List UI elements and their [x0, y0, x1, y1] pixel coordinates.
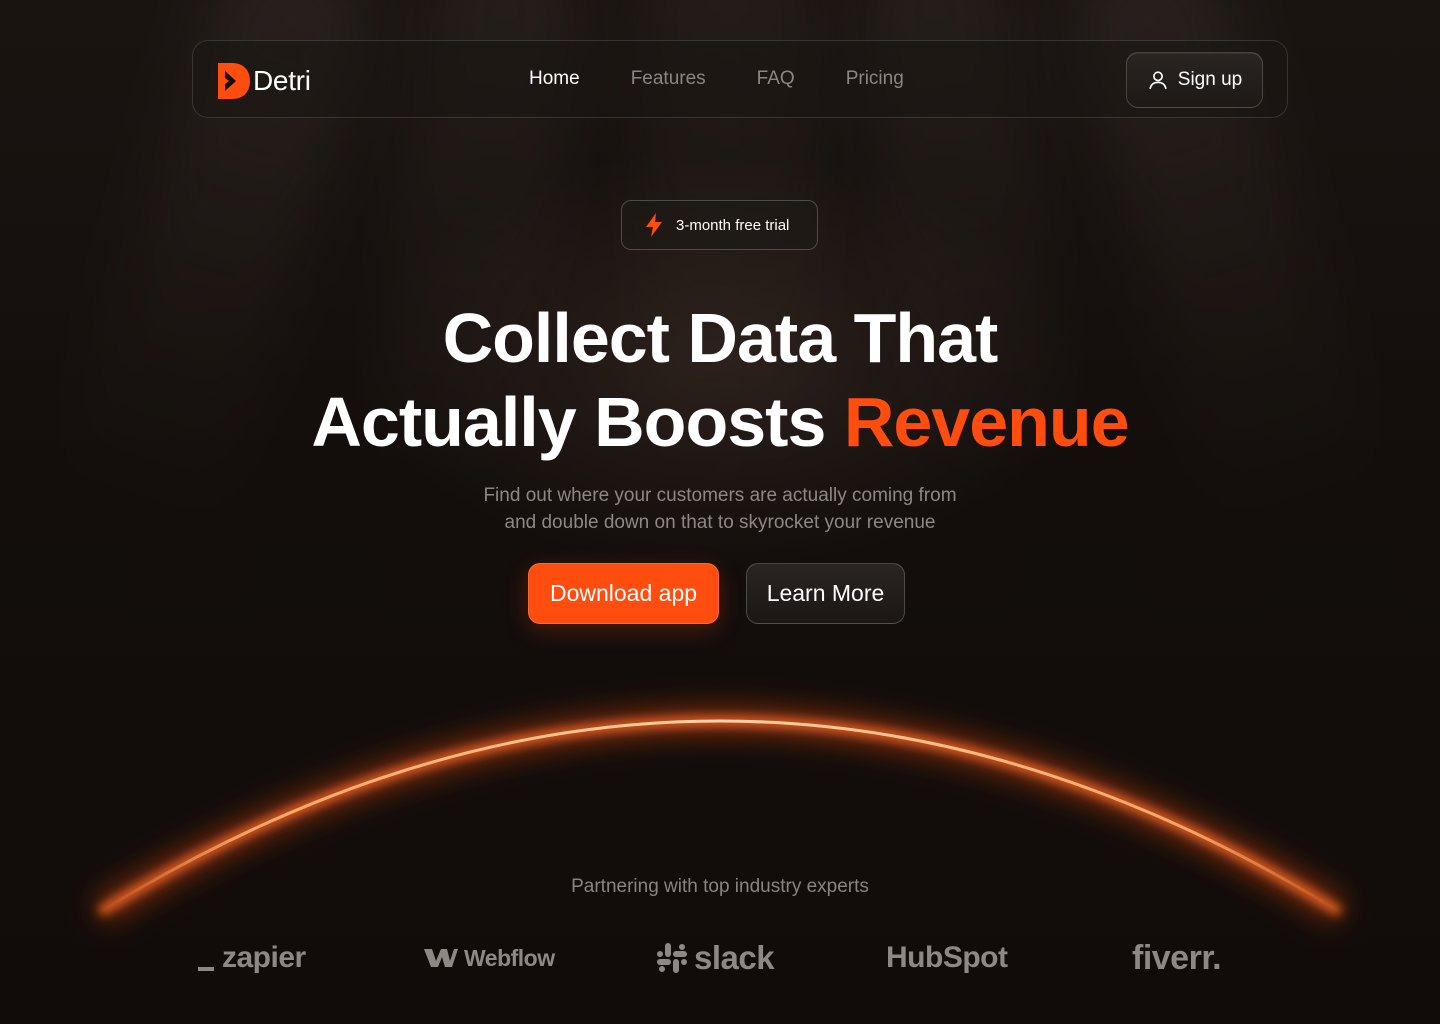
partner-logos: zapier Webflow slack HubSpot fiverr.	[0, 930, 1440, 986]
horizon-glow-arc	[93, 708, 1347, 924]
badge-label: 3-month free trial	[676, 216, 790, 234]
hubspot-logo: HubSpot	[886, 941, 1008, 974]
brand-name: Detri	[253, 65, 311, 96]
free-trial-badge[interactable]: 3-month free trial	[621, 200, 818, 250]
hero-title-accent: Revenue	[843, 383, 1130, 461]
hero-title: Collect Data That Actually Boosts Revenu…	[0, 296, 1440, 464]
landing-page: Detri Home Features FAQ Pricing Sign up …	[0, 0, 1440, 1024]
slack-hash-icon	[657, 943, 687, 973]
nav-link-pricing[interactable]: Pricing	[846, 68, 904, 90]
slack-logo: slack	[656, 930, 775, 986]
nav-link-home[interactable]: Home	[529, 68, 580, 90]
hero-subtitle: Find out where your customers are actual…	[420, 482, 1020, 536]
sign-up-button[interactable]: Sign up	[1126, 52, 1263, 108]
lightning-icon	[646, 213, 662, 237]
nav-links: Home Features FAQ Pricing	[529, 68, 904, 90]
sign-up-label: Sign up	[1177, 69, 1243, 90]
download-app-button[interactable]: Download app	[528, 563, 719, 624]
partners-heading: Partnering with top industry experts	[571, 876, 869, 897]
hero-subtitle-line1: Find out where your customers are actual…	[483, 485, 957, 506]
hero-title-line1: Collect Data That	[442, 299, 999, 377]
fiverr-logo: fiverr.	[1132, 938, 1222, 977]
nav-link-faq[interactable]: FAQ	[757, 68, 795, 90]
user-icon	[1149, 71, 1167, 90]
learn-more-button[interactable]: Learn More	[746, 563, 905, 624]
nav-link-features[interactable]: Features	[631, 68, 706, 90]
detri-logo-icon	[218, 63, 250, 99]
brand-logo[interactable]: Detri	[218, 63, 311, 99]
hero-subtitle-line2: and double down on that to skyrocket you…	[504, 512, 936, 533]
top-navigation: Detri Home Features FAQ Pricing Sign up	[192, 40, 1288, 118]
zapier-logo: zapier	[198, 930, 306, 986]
zapier-underscore-icon	[198, 967, 214, 971]
hero-title-line2: Actually Boosts	[311, 383, 844, 461]
webflow-logo: Webflow	[424, 930, 555, 986]
webflow-w-icon	[424, 949, 458, 967]
